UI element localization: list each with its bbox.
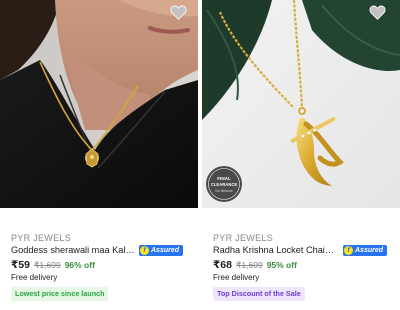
assured-badge: f Assured xyxy=(343,244,388,256)
heart-icon[interactable] xyxy=(170,5,187,20)
selling-price: ₹68 xyxy=(213,259,232,271)
product-title-row: Radha Krishna Locket Chain Daily Wear f … xyxy=(213,244,397,256)
product-grid: PYR JEWELS Goddess sherawali maa Kali Du… xyxy=(0,0,400,310)
assured-badge: f Assured xyxy=(139,244,184,256)
original-price: ₹1,699 xyxy=(34,260,61,270)
product-title[interactable]: Goddess sherawali maa Kali Durga Pendant xyxy=(11,245,135,255)
product-title-row: Goddess sherawali maa Kali Durga Pendant… xyxy=(11,244,195,256)
product-photo: FINAL CLEARANCE No Returns xyxy=(202,0,400,208)
clearance-badge-line3: No Returns xyxy=(215,189,232,193)
selling-price: ₹59 xyxy=(11,259,30,271)
delivery-info: Free delivery xyxy=(213,273,260,282)
clearance-badge-line2: CLEARANCE xyxy=(211,182,237,187)
product-brand: PYR JEWELS xyxy=(213,233,274,243)
clearance-badge-line1: FINAL xyxy=(217,176,231,181)
price-row: ₹68 ₹1,699 95% off xyxy=(213,259,297,271)
assured-label: Assured xyxy=(355,246,384,254)
product-title[interactable]: Radha Krishna Locket Chain Daily Wear xyxy=(213,245,339,255)
product-image[interactable] xyxy=(0,0,198,208)
delivery-info: Free delivery xyxy=(11,273,58,282)
discount-percent: 95% off xyxy=(266,260,297,270)
price-row: ₹59 ₹1,699 96% off xyxy=(11,259,95,271)
price-tag: Top Discount of the Sale xyxy=(213,287,305,301)
assured-label: Assured xyxy=(151,246,180,254)
product-photo xyxy=(0,0,198,208)
original-price: ₹1,699 xyxy=(236,260,263,270)
price-tag: Lowest price since launch xyxy=(11,287,109,301)
product-card[interactable]: FINAL CLEARANCE No Returns PYR JEWELS Ra… xyxy=(202,0,400,310)
heart-icon[interactable] xyxy=(369,5,386,20)
product-card[interactable]: PYR JEWELS Goddess sherawali maa Kali Du… xyxy=(0,0,198,310)
product-image[interactable]: FINAL CLEARANCE No Returns xyxy=(202,0,400,208)
assured-icon: f xyxy=(344,245,353,255)
product-brand: PYR JEWELS xyxy=(11,233,72,243)
assured-icon: f xyxy=(140,245,149,255)
discount-percent: 96% off xyxy=(64,260,95,270)
